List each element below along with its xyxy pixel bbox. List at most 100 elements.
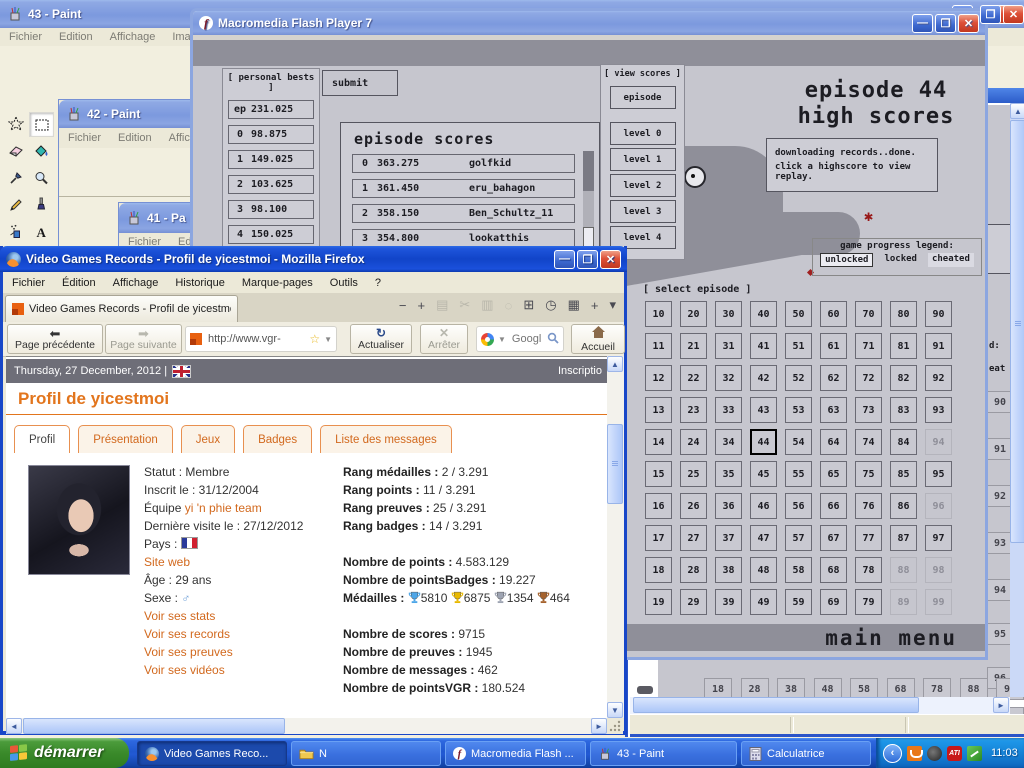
maximize-button[interactable]: ❒ [935, 14, 956, 33]
episode-cell-92[interactable]: 92 [925, 365, 952, 391]
forward-button[interactable]: ➡ Page suivante [105, 324, 182, 354]
episode-cell-24[interactable]: 24 [680, 429, 707, 455]
airbrush-icon[interactable] [4, 220, 27, 243]
episode-cell-66[interactable]: 66 [820, 493, 847, 519]
episode-cell-31[interactable]: 31 [715, 333, 742, 359]
episode-cell-41[interactable]: 41 [750, 333, 777, 359]
menu-item[interactable]: Outils [330, 277, 358, 289]
episode-cell-93[interactable]: 93 [925, 397, 952, 423]
episode-cell-84[interactable]: 84 [890, 429, 917, 455]
maximize-button[interactable]: ❒ [577, 250, 598, 269]
episode-cell-21[interactable]: 21 [680, 333, 707, 359]
episode-cell-46[interactable]: 46 [750, 493, 777, 519]
episode-cell-39[interactable]: 39 [715, 589, 742, 615]
refresh-button[interactable]: ↻ Actualiser [350, 324, 412, 354]
episode-cell-98[interactable]: 98 [925, 557, 952, 583]
episode-cell-54[interactable]: 54 [785, 429, 812, 455]
episode-cell-79[interactable]: 79 [855, 589, 882, 615]
url-bar[interactable]: ☆ ▼ [185, 326, 337, 352]
usb-device-icon[interactable] [967, 746, 982, 761]
episode-cell-29[interactable]: 29 [680, 589, 707, 615]
menu-item[interactable]: Edition [59, 31, 93, 43]
episode-cell-73[interactable]: 73 [855, 397, 882, 423]
add-toolbar-icon[interactable]: + [591, 298, 599, 313]
episode-cell-56[interactable]: 56 [785, 493, 812, 519]
episode-cell-99[interactable]: 99 [925, 589, 952, 615]
menu-item[interactable]: Edition [118, 132, 152, 144]
menu-item[interactable]: Marque-pages [242, 277, 313, 289]
search-engine-dropdown-icon[interactable]: ▼ [498, 335, 506, 344]
episode-cell-59[interactable]: 59 [785, 589, 812, 615]
scroll-up-button[interactable]: ▲ [607, 356, 623, 372]
minimize-button[interactable]: — [912, 14, 933, 33]
color-picker-icon[interactable] [4, 166, 27, 189]
new-window-icon[interactable]: ⊞ [523, 297, 534, 313]
taskbar-button-firefox[interactable]: Video Games Reco... [137, 741, 287, 766]
episode-cell-67[interactable]: 67 [820, 525, 847, 551]
episode-cell-16[interactable]: 16 [645, 493, 672, 519]
personal-best-row[interactable]: ep231.025 [228, 100, 314, 119]
episode-cell-86[interactable]: 86 [890, 493, 917, 519]
firefox-vertical-scrollbar[interactable]: ▲ ▼ [607, 356, 624, 718]
menu-item[interactable]: Édition [62, 277, 96, 289]
ati-icon[interactable]: ATI [947, 746, 962, 761]
episode-cell-94[interactable]: 94 [925, 429, 952, 455]
profile-tab-jeux[interactable]: Jeux [181, 425, 235, 453]
episode-cell-13[interactable]: 13 [645, 397, 672, 423]
url-input[interactable] [206, 332, 305, 346]
personal-best-row[interactable]: 4150.025 [228, 225, 314, 244]
episode-score-row[interactable]: 0363.275golfkid [352, 154, 575, 173]
magnifier-icon[interactable] [29, 166, 52, 189]
episode-cell-26[interactable]: 26 [680, 493, 707, 519]
close-button[interactable]: ✕ [600, 250, 621, 269]
episode-cell-76[interactable]: 76 [855, 493, 882, 519]
episode-cell-52[interactable]: 52 [785, 365, 812, 391]
episode-cell-85[interactable]: 85 [890, 461, 917, 487]
episode-cell-95[interactable]: 95 [925, 461, 952, 487]
view-scores-button-episode[interactable]: episode [610, 86, 676, 109]
episode-cell-32[interactable]: 32 [715, 365, 742, 391]
episode-cell-44[interactable]: 44 [750, 429, 777, 455]
episode-cell-89[interactable]: 89 [890, 589, 917, 615]
overflow-icon[interactable]: ▾ [609, 297, 616, 313]
scroll-down-button[interactable]: ▼ [607, 702, 623, 718]
legend-item-cheated[interactable]: cheated [928, 253, 974, 267]
browser-tab[interactable]: Video Games Records - Profil de yicestmo… [5, 295, 238, 322]
episode-cell-30[interactable]: 30 [715, 301, 742, 327]
cut-icon[interactable]: ✂ [459, 297, 470, 313]
scroll-up-button[interactable]: ▲ [1010, 103, 1024, 119]
list-plus-icon[interactable]: + [418, 298, 426, 313]
uk-flag-icon[interactable] [172, 365, 191, 378]
select-icon[interactable] [29, 112, 54, 137]
firefox-horizontal-scrollbar[interactable]: ◄ ► [6, 718, 607, 734]
episode-cell-55[interactable]: 55 [785, 461, 812, 487]
episode-cell-61[interactable]: 61 [820, 333, 847, 359]
menu-item[interactable]: Affichage [113, 277, 159, 289]
search-magnifier-icon[interactable] [547, 332, 559, 347]
copy-icon[interactable]: ▥ [481, 297, 493, 313]
episode-cell-27[interactable]: 27 [680, 525, 707, 551]
menu-item[interactable]: Historique [175, 277, 225, 289]
view-scores-button-level-1[interactable]: level 1 [610, 148, 676, 171]
episode-score-row[interactable]: 2358.150Ben_Schultz_11 [352, 204, 575, 223]
episode-cell-40[interactable]: 40 [750, 301, 777, 327]
episode-cell-53[interactable]: 53 [785, 397, 812, 423]
home-button[interactable]: Accueil [571, 324, 625, 354]
episode-cell-82[interactable]: 82 [890, 365, 917, 391]
text-icon[interactable]: A [29, 220, 52, 243]
list-minus-icon[interactable]: − [399, 298, 407, 313]
episode-cell-91[interactable]: 91 [925, 333, 952, 359]
scroll-right-button[interactable]: ► [993, 697, 1009, 713]
profile-link[interactable]: Site web [144, 555, 190, 569]
brush-icon[interactable] [29, 193, 52, 216]
fill-icon[interactable] [29, 139, 52, 162]
search-bar[interactable]: ▼ [476, 326, 564, 352]
java-icon[interactable] [907, 746, 922, 761]
freeform-select-icon[interactable] [4, 112, 27, 135]
episode-cell-42[interactable]: 42 [750, 365, 777, 391]
paste-icon[interactable]: ▤ [436, 297, 448, 313]
episode-cell-11[interactable]: 11 [645, 333, 672, 359]
restore-button[interactable]: ❐ [980, 5, 1001, 24]
view-scores-button-level-3[interactable]: level 3 [610, 200, 676, 223]
episode-cell-71[interactable]: 71 [855, 333, 882, 359]
